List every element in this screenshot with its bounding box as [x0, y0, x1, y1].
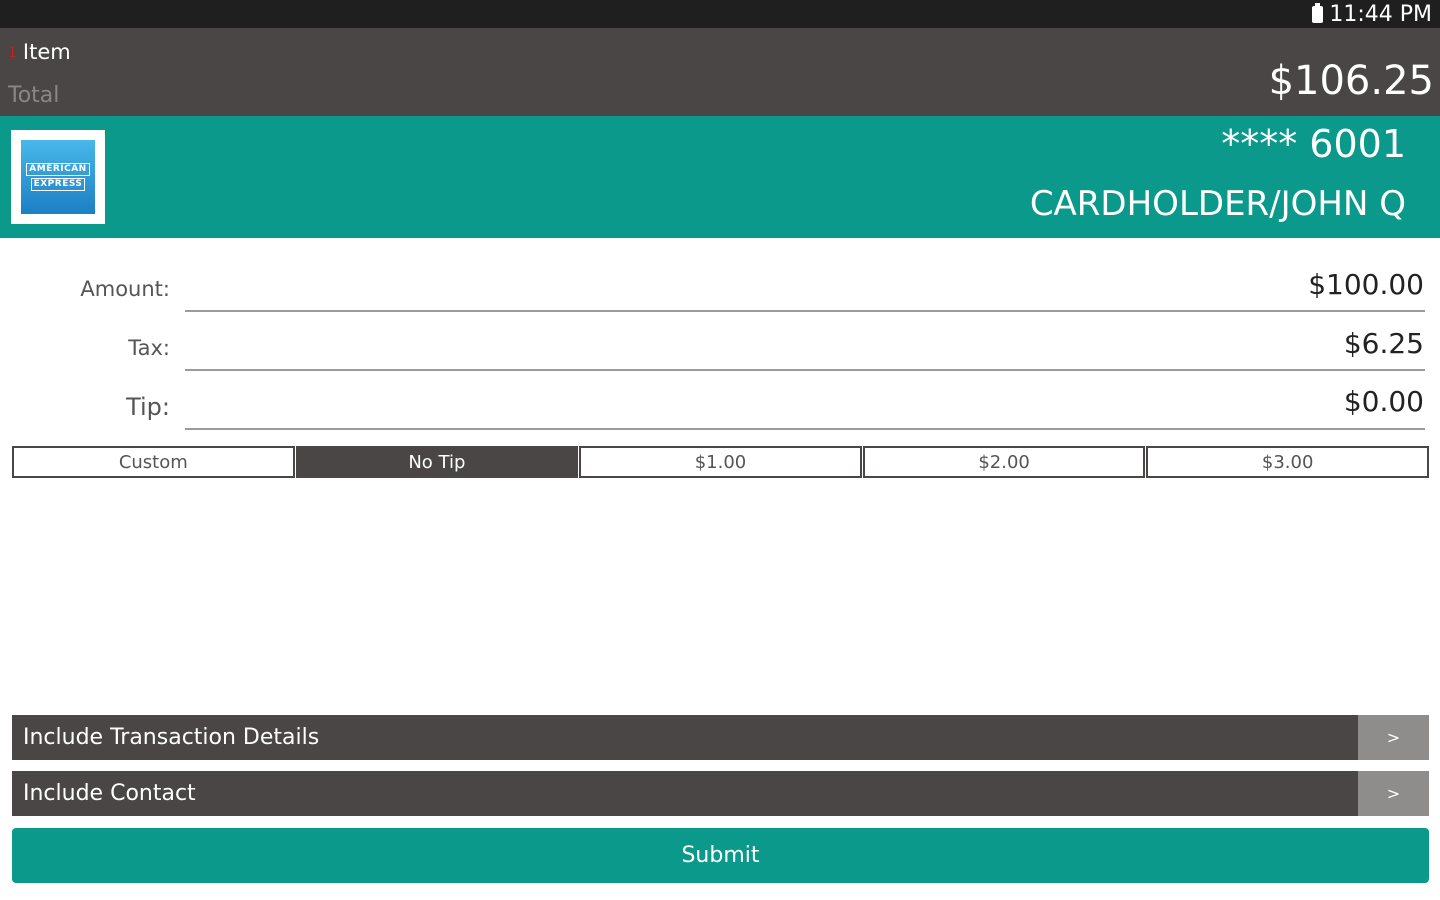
item-count-row: 1 Item [8, 40, 71, 64]
order-summary: 1 Item Total $106.25 [0, 28, 1440, 116]
tip-2-button[interactable]: $2.00 [862, 446, 1146, 478]
tip-1-button[interactable]: $1.00 [579, 446, 862, 478]
amount-row: Amount: $100.00 [0, 262, 1440, 320]
amex-logo-line2: EXPRESS [30, 178, 86, 191]
include-transaction-details-label[interactable]: Include Transaction Details [12, 715, 1358, 760]
chevron-right-icon[interactable]: > [1358, 771, 1429, 816]
amex-logo: AMERICAN EXPRESS [11, 130, 105, 224]
cardholder-name: CARDHOLDER/JOHN Q [1029, 184, 1406, 224]
tip-options: Custom No Tip $1.00 $2.00 $3.00 [12, 446, 1429, 478]
tax-row: Tax: $6.25 [0, 320, 1440, 378]
tip-3-button[interactable]: $3.00 [1146, 446, 1429, 478]
tip-custom-button[interactable]: Custom [12, 446, 295, 478]
include-contact-label[interactable]: Include Contact [12, 771, 1358, 816]
chevron-right-icon[interactable]: > [1358, 715, 1429, 760]
amount-field[interactable]: $100.00 [1308, 268, 1424, 301]
status-bar: 11:44 PM [0, 0, 1440, 28]
item-count: 1 [8, 45, 17, 61]
battery-icon [1312, 2, 1324, 23]
amount-underline [185, 310, 1425, 312]
amex-logo-line1: AMERICAN [26, 163, 90, 176]
submit-button[interactable]: Submit [12, 828, 1429, 883]
card-number: **** 6001 [1221, 122, 1406, 166]
tip-field[interactable]: $0.00 [1344, 385, 1424, 418]
tip-underline [185, 428, 1425, 430]
item-label: Item [22, 40, 71, 64]
total-label: Total [8, 83, 60, 108]
tax-field[interactable]: $6.25 [1344, 327, 1424, 360]
tax-label: Tax: [128, 336, 170, 360]
card-info: AMERICAN EXPRESS **** 6001 CARDHOLDER/JO… [0, 116, 1440, 238]
status-time: 11:44 PM [1329, 1, 1432, 27]
include-contact-row[interactable]: Include Contact > [12, 771, 1429, 816]
tip-label: Tip: [126, 393, 170, 421]
total-value: $106.25 [1268, 58, 1434, 104]
tip-row: Tip: $0.00 [0, 380, 1440, 438]
tax-underline [185, 369, 1425, 371]
amount-label: Amount: [80, 277, 170, 301]
tip-no-tip-button[interactable]: No Tip [295, 446, 579, 478]
include-transaction-details-row[interactable]: Include Transaction Details > [12, 715, 1429, 760]
